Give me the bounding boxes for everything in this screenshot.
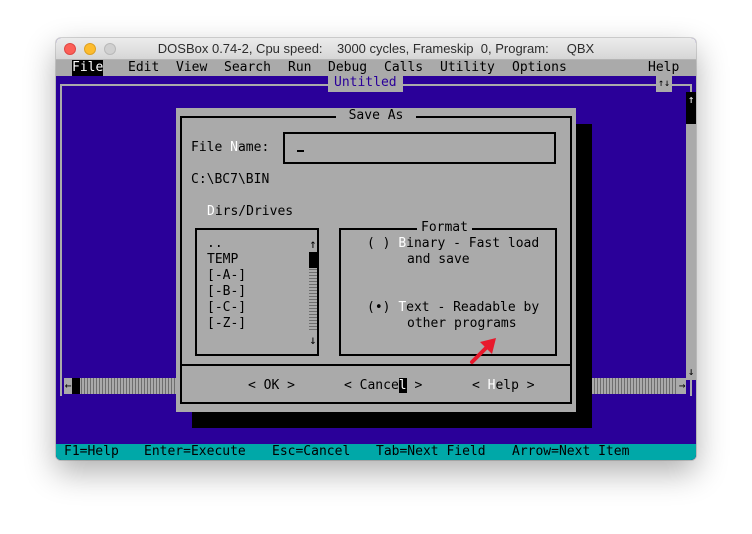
vertical-scroll-thumb[interactable] xyxy=(686,108,696,124)
list-item[interactable]: [-Z-] xyxy=(207,316,246,332)
dialog-separator xyxy=(180,364,572,366)
current-path: C:\BC7\BIN xyxy=(191,172,270,187)
file-name-input[interactable] xyxy=(283,132,556,164)
status-help: F1=Help xyxy=(64,444,119,459)
dos-screen: File Edit View Search Run Debug Calls Ut… xyxy=(56,60,696,460)
dialog-title: Save As xyxy=(336,108,416,124)
dirs-scroll-thumb[interactable] xyxy=(309,252,317,268)
vertical-scrollbar[interactable]: ↑ ↓ xyxy=(686,92,696,380)
list-item[interactable]: TEMP xyxy=(207,252,238,268)
cancel-button[interactable]: < Cancel > xyxy=(344,378,422,394)
scroll-up-icon[interactable]: ↑ xyxy=(686,92,696,108)
list-item[interactable]: [-B-] xyxy=(207,284,246,300)
document-title: Untitled xyxy=(328,75,403,92)
menu-view[interactable]: View xyxy=(176,60,207,76)
list-item[interactable]: .. xyxy=(207,236,223,252)
menu-edit[interactable]: Edit xyxy=(128,60,159,76)
resize-icon[interactable]: ↑↓ xyxy=(656,76,672,92)
format-text-radio[interactable]: (•) Text - Readable by xyxy=(367,300,539,316)
menu-search[interactable]: Search xyxy=(224,60,271,76)
menu-bar: File Edit View Search Run Debug Calls Ut… xyxy=(56,60,696,76)
dosbox-window: DOSBox 0.74-2, Cpu speed: 3000 cycles, F… xyxy=(56,38,696,460)
dirs-drives-list[interactable]: .. TEMP [-A-] [-B-] [-C-] [-Z-] ↑ ↓ xyxy=(195,228,319,356)
format-group: Format ( ) Binary - Fast load and save (… xyxy=(339,220,557,356)
scroll-down-icon[interactable]: ↓ xyxy=(307,332,319,348)
status-bar: F1=Help Enter=Execute Esc=Cancel Tab=Nex… xyxy=(56,444,696,460)
file-name-label: File Name: xyxy=(191,140,270,155)
format-title: Format xyxy=(417,220,472,236)
window-title: DOSBox 0.74-2, Cpu speed: 3000 cycles, F… xyxy=(157,41,595,56)
menu-help[interactable]: Help xyxy=(648,60,679,76)
help-button[interactable]: < Help > xyxy=(472,378,535,394)
menu-debug[interactable]: Debug xyxy=(328,60,367,76)
dirs-scrollbar[interactable]: ↑ ↓ xyxy=(309,236,317,348)
status-next-item: Arrow=Next Item xyxy=(512,444,630,459)
status-next-field: Tab=Next Field xyxy=(376,444,486,459)
list-item[interactable]: [-C-] xyxy=(207,300,246,316)
horizontal-scroll-thumb[interactable] xyxy=(72,378,80,394)
scroll-down-icon[interactable]: ↓ xyxy=(686,364,696,380)
scroll-up-icon[interactable]: ↑ xyxy=(307,236,319,252)
save-as-dialog: Save As File Name: C:\BC7\BIN Dirs/Drive… xyxy=(176,108,576,412)
scroll-right-icon[interactable]: → xyxy=(678,378,686,394)
format-binary-radio[interactable]: ( ) Binary - Fast load xyxy=(367,236,539,252)
menu-file[interactable]: File xyxy=(72,60,104,76)
list-item[interactable]: [-A-] xyxy=(207,268,246,284)
scroll-left-icon[interactable]: ← xyxy=(64,378,72,394)
annotation-arrow-icon xyxy=(470,338,496,364)
menu-options[interactable]: Options xyxy=(512,60,567,76)
status-execute: Enter=Execute xyxy=(144,444,246,459)
dirs-drives-label: Dirs/Drives xyxy=(207,204,294,219)
menu-calls[interactable]: Calls xyxy=(384,60,423,76)
menu-utility[interactable]: Utility xyxy=(440,60,495,76)
format-binary-desc: and save xyxy=(407,252,470,267)
text-cursor xyxy=(297,150,304,152)
menu-run[interactable]: Run xyxy=(288,60,311,76)
status-cancel: Esc=Cancel xyxy=(272,444,351,459)
ok-button[interactable]: < OK > xyxy=(248,378,295,394)
window-titlebar: DOSBox 0.74-2, Cpu speed: 3000 cycles, F… xyxy=(56,38,696,60)
